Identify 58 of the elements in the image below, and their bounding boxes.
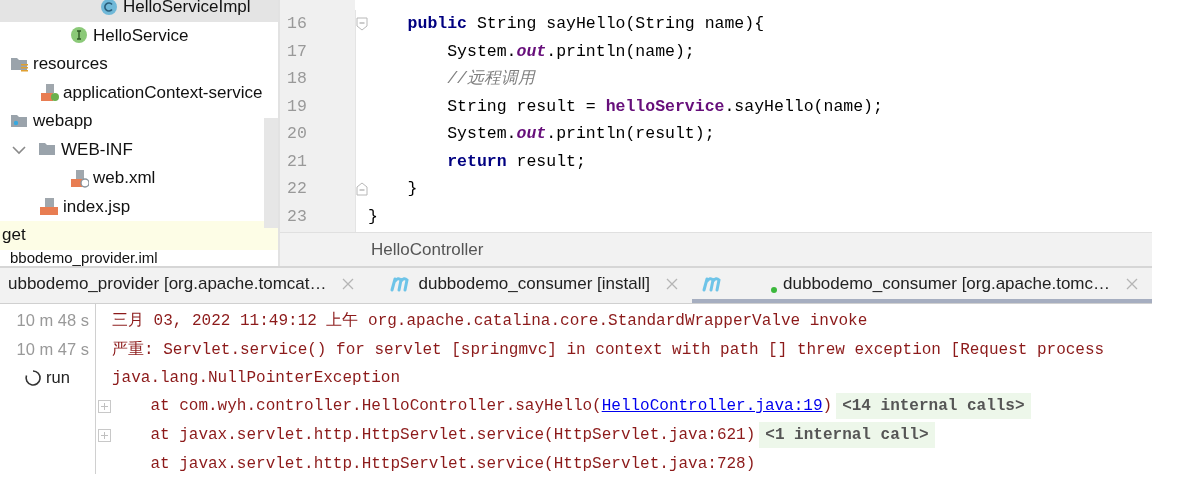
tree-item[interactable]: index.jsp: [63, 196, 131, 217]
close-icon: [342, 277, 355, 290]
scrollbar-thumb[interactable]: [264, 118, 278, 228]
elapsed-time: 10 m 47 s: [16, 339, 89, 359]
tree-item[interactable]: get: [2, 225, 26, 246]
expand-icon[interactable]: [97, 428, 111, 442]
xml-file-icon: [70, 168, 89, 188]
fold-icon: [356, 16, 368, 31]
selected-row[interactable]: HelloServiceImpl: [0, 0, 278, 22]
code-line: String result = helloService.sayHello(name);: [446, 95, 883, 118]
line-number: 21: [286, 150, 308, 173]
tree-item[interactable]: WEB-INF: [61, 139, 133, 160]
tree-item[interactable]: webapp: [33, 111, 93, 132]
run-status: run: [46, 368, 70, 388]
line-number: 19: [286, 95, 308, 118]
spinner-icon: [24, 368, 42, 387]
xml-file-icon: [40, 83, 59, 103]
tree-item[interactable]: applicationContext-service: [63, 82, 263, 103]
console-text: at javax.servlet.http.HttpServlet.service(HttpServlet.java:621): [149, 426, 756, 445]
console-text: 三月 03, 2022 11:49:12 上午 org.apache.catalina.core.StandardWrapperValve invoke: [112, 310, 868, 331]
expand-icon[interactable]: [97, 399, 111, 413]
internal-calls-fold[interactable]: <1 internal call>: [759, 422, 935, 449]
class-icon: [100, 0, 119, 17]
code-line: public String sayHello(String name){: [406, 13, 766, 35]
interface-icon: [70, 26, 89, 46]
close-icon: [1126, 277, 1138, 290]
tree-item[interactable]: bbodemo_provider.iml: [10, 249, 158, 266]
line-number: 22: [286, 178, 308, 200]
line-number: 20: [286, 123, 308, 145]
close-icon: [666, 277, 678, 290]
console-text: 严重: Servlet.service() for servlet [springmvc] in context with path [] threw exception [Request process: [112, 339, 1105, 360]
console-text: java.lang.NullPointerException: [112, 368, 401, 387]
run-tab[interactable]: ubbodemo_provider [org.apache.tomcat…: [0, 268, 381, 303]
breadcrumb-item[interactable]: HelloController: [371, 239, 484, 260]
fold-icon: [356, 181, 368, 196]
console-text: at javax.servlet.http.HttpServlet.service(HttpServlet.java:728): [149, 454, 756, 473]
code-line: System.out.println(result);: [446, 123, 716, 145]
jsp-file-icon: [40, 197, 59, 217]
tree-item[interactable]: HelloServiceImpl: [123, 0, 251, 18]
code-line: }: [406, 178, 419, 200]
internal-calls-fold[interactable]: <14 internal calls>: [836, 393, 1031, 420]
console-text: at com.wyh.controller.HelloController.sayHello(: [149, 397, 602, 416]
tree-item[interactable]: HelloService: [93, 25, 189, 46]
run-tab[interactable]: dubbodemo_consumer [org.apache.tomc…: [692, 268, 1152, 303]
line-number: 23: [286, 205, 308, 228]
line-number: 17: [286, 40, 308, 63]
line-number: 16: [286, 13, 308, 35]
code-line: }: [368, 205, 379, 228]
line-number: 18: [286, 68, 308, 90]
source-link[interactable]: HelloController.java:19: [601, 397, 823, 416]
code-line: return result;: [446, 150, 587, 173]
elapsed-time: 10 m 48 s: [16, 310, 89, 330]
run-tab[interactable]: dubbodemo_consumer [install]: [380, 268, 692, 303]
tree-item[interactable]: web.xml: [93, 168, 156, 189]
code-line: System.out.println(name);: [446, 40, 696, 63]
code-line: //远程调用: [446, 68, 537, 90]
tree-item[interactable]: resources: [33, 54, 108, 75]
console-text: ): [822, 397, 833, 416]
